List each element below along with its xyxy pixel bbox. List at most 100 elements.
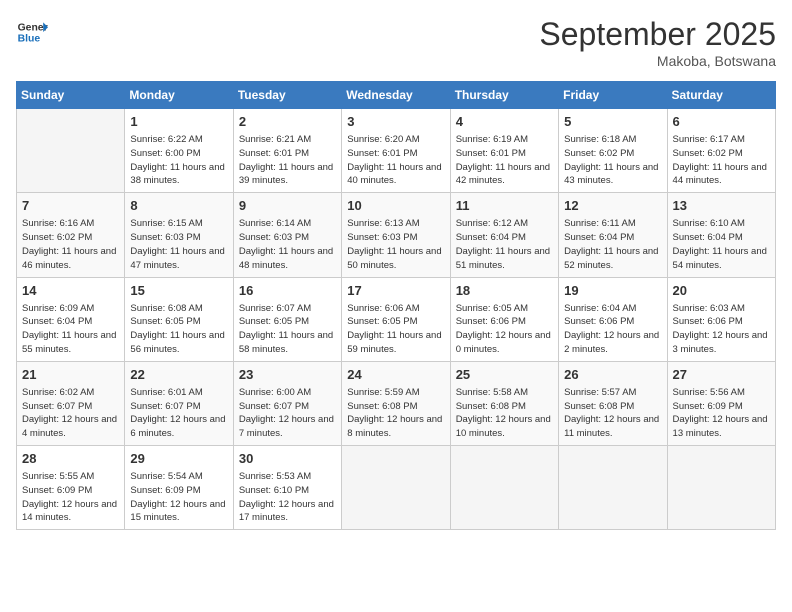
day-info: Sunrise: 6:16 AM Sunset: 6:02 PM Dayligh… <box>22 217 119 272</box>
day-info: Sunrise: 6:07 AM Sunset: 6:05 PM Dayligh… <box>239 302 336 357</box>
day-info: Sunrise: 6:05 AM Sunset: 6:06 PM Dayligh… <box>456 302 553 357</box>
month-title: September 2025 <box>539 16 776 53</box>
day-info: Sunrise: 5:57 AM Sunset: 6:08 PM Dayligh… <box>564 386 661 441</box>
logo: General Blue <box>16 16 48 48</box>
day-number: 30 <box>239 450 336 468</box>
day-info: Sunrise: 6:09 AM Sunset: 6:04 PM Dayligh… <box>22 302 119 357</box>
calendar-cell: 14 Sunrise: 6:09 AM Sunset: 6:04 PM Dayl… <box>17 277 125 361</box>
calendar-cell: 28 Sunrise: 5:55 AM Sunset: 6:09 PM Dayl… <box>17 446 125 530</box>
calendar-cell: 30 Sunrise: 5:53 AM Sunset: 6:10 PM Dayl… <box>233 446 341 530</box>
day-info: Sunrise: 6:15 AM Sunset: 6:03 PM Dayligh… <box>130 217 227 272</box>
day-info: Sunrise: 6:08 AM Sunset: 6:05 PM Dayligh… <box>130 302 227 357</box>
day-number: 9 <box>239 197 336 215</box>
calendar-cell: 16 Sunrise: 6:07 AM Sunset: 6:05 PM Dayl… <box>233 277 341 361</box>
calendar-cell: 20 Sunrise: 6:03 AM Sunset: 6:06 PM Dayl… <box>667 277 775 361</box>
day-number: 20 <box>673 282 770 300</box>
calendar-cell: 15 Sunrise: 6:08 AM Sunset: 6:05 PM Dayl… <box>125 277 233 361</box>
day-info: Sunrise: 6:12 AM Sunset: 6:04 PM Dayligh… <box>456 217 553 272</box>
day-info: Sunrise: 6:06 AM Sunset: 6:05 PM Dayligh… <box>347 302 444 357</box>
calendar-cell <box>17 109 125 193</box>
day-number: 21 <box>22 366 119 384</box>
calendar-cell <box>450 446 558 530</box>
calendar-cell: 5 Sunrise: 6:18 AM Sunset: 6:02 PM Dayli… <box>559 109 667 193</box>
weekday-header: Thursday <box>450 82 558 109</box>
location: Makoba, Botswana <box>539 53 776 69</box>
day-info: Sunrise: 6:22 AM Sunset: 6:00 PM Dayligh… <box>130 133 227 188</box>
calendar-cell: 27 Sunrise: 5:56 AM Sunset: 6:09 PM Dayl… <box>667 361 775 445</box>
logo-icon: General Blue <box>16 16 48 48</box>
day-info: Sunrise: 5:59 AM Sunset: 6:08 PM Dayligh… <box>347 386 444 441</box>
day-number: 16 <box>239 282 336 300</box>
day-info: Sunrise: 6:00 AM Sunset: 6:07 PM Dayligh… <box>239 386 336 441</box>
day-info: Sunrise: 6:10 AM Sunset: 6:04 PM Dayligh… <box>673 217 770 272</box>
day-number: 14 <box>22 282 119 300</box>
calendar-week-row: 7 Sunrise: 6:16 AM Sunset: 6:02 PM Dayli… <box>17 193 776 277</box>
day-number: 28 <box>22 450 119 468</box>
calendar-cell <box>342 446 450 530</box>
day-info: Sunrise: 5:54 AM Sunset: 6:09 PM Dayligh… <box>130 470 227 525</box>
day-number: 4 <box>456 113 553 131</box>
day-info: Sunrise: 6:14 AM Sunset: 6:03 PM Dayligh… <box>239 217 336 272</box>
calendar-cell <box>667 446 775 530</box>
svg-text:Blue: Blue <box>18 34 41 45</box>
day-number: 12 <box>564 197 661 215</box>
day-info: Sunrise: 6:21 AM Sunset: 6:01 PM Dayligh… <box>239 133 336 188</box>
weekday-header: Friday <box>559 82 667 109</box>
day-number: 1 <box>130 113 227 131</box>
day-number: 29 <box>130 450 227 468</box>
page-header: General Blue September 2025 Makoba, Bots… <box>16 16 776 69</box>
day-number: 6 <box>673 113 770 131</box>
weekday-header-row: SundayMondayTuesdayWednesdayThursdayFrid… <box>17 82 776 109</box>
day-info: Sunrise: 6:19 AM Sunset: 6:01 PM Dayligh… <box>456 133 553 188</box>
day-number: 18 <box>456 282 553 300</box>
calendar-week-row: 28 Sunrise: 5:55 AM Sunset: 6:09 PM Dayl… <box>17 446 776 530</box>
day-info: Sunrise: 6:02 AM Sunset: 6:07 PM Dayligh… <box>22 386 119 441</box>
day-number: 22 <box>130 366 227 384</box>
day-info: Sunrise: 6:11 AM Sunset: 6:04 PM Dayligh… <box>564 217 661 272</box>
day-number: 26 <box>564 366 661 384</box>
day-info: Sunrise: 6:01 AM Sunset: 6:07 PM Dayligh… <box>130 386 227 441</box>
calendar-cell: 7 Sunrise: 6:16 AM Sunset: 6:02 PM Dayli… <box>17 193 125 277</box>
calendar-cell: 12 Sunrise: 6:11 AM Sunset: 6:04 PM Dayl… <box>559 193 667 277</box>
day-number: 10 <box>347 197 444 215</box>
calendar-cell: 21 Sunrise: 6:02 AM Sunset: 6:07 PM Dayl… <box>17 361 125 445</box>
day-number: 13 <box>673 197 770 215</box>
weekday-header: Saturday <box>667 82 775 109</box>
calendar-cell: 26 Sunrise: 5:57 AM Sunset: 6:08 PM Dayl… <box>559 361 667 445</box>
day-number: 17 <box>347 282 444 300</box>
calendar-week-row: 14 Sunrise: 6:09 AM Sunset: 6:04 PM Dayl… <box>17 277 776 361</box>
day-number: 23 <box>239 366 336 384</box>
calendar-cell: 6 Sunrise: 6:17 AM Sunset: 6:02 PM Dayli… <box>667 109 775 193</box>
day-info: Sunrise: 6:13 AM Sunset: 6:03 PM Dayligh… <box>347 217 444 272</box>
calendar-cell <box>559 446 667 530</box>
day-number: 8 <box>130 197 227 215</box>
weekday-header: Tuesday <box>233 82 341 109</box>
calendar-cell: 11 Sunrise: 6:12 AM Sunset: 6:04 PM Dayl… <box>450 193 558 277</box>
day-number: 3 <box>347 113 444 131</box>
calendar-cell: 19 Sunrise: 6:04 AM Sunset: 6:06 PM Dayl… <box>559 277 667 361</box>
calendar-cell: 22 Sunrise: 6:01 AM Sunset: 6:07 PM Dayl… <box>125 361 233 445</box>
day-number: 11 <box>456 197 553 215</box>
calendar-cell: 23 Sunrise: 6:00 AM Sunset: 6:07 PM Dayl… <box>233 361 341 445</box>
day-info: Sunrise: 6:20 AM Sunset: 6:01 PM Dayligh… <box>347 133 444 188</box>
calendar-table: SundayMondayTuesdayWednesdayThursdayFrid… <box>16 81 776 530</box>
day-info: Sunrise: 6:18 AM Sunset: 6:02 PM Dayligh… <box>564 133 661 188</box>
calendar-week-row: 1 Sunrise: 6:22 AM Sunset: 6:00 PM Dayli… <box>17 109 776 193</box>
day-info: Sunrise: 6:03 AM Sunset: 6:06 PM Dayligh… <box>673 302 770 357</box>
calendar-cell: 29 Sunrise: 5:54 AM Sunset: 6:09 PM Dayl… <box>125 446 233 530</box>
day-info: Sunrise: 5:58 AM Sunset: 6:08 PM Dayligh… <box>456 386 553 441</box>
day-info: Sunrise: 5:56 AM Sunset: 6:09 PM Dayligh… <box>673 386 770 441</box>
day-number: 7 <box>22 197 119 215</box>
calendar-week-row: 21 Sunrise: 6:02 AM Sunset: 6:07 PM Dayl… <box>17 361 776 445</box>
calendar-cell: 10 Sunrise: 6:13 AM Sunset: 6:03 PM Dayl… <box>342 193 450 277</box>
calendar-cell: 2 Sunrise: 6:21 AM Sunset: 6:01 PM Dayli… <box>233 109 341 193</box>
calendar-cell: 24 Sunrise: 5:59 AM Sunset: 6:08 PM Dayl… <box>342 361 450 445</box>
day-number: 19 <box>564 282 661 300</box>
weekday-header: Monday <box>125 82 233 109</box>
calendar-cell: 13 Sunrise: 6:10 AM Sunset: 6:04 PM Dayl… <box>667 193 775 277</box>
calendar-cell: 8 Sunrise: 6:15 AM Sunset: 6:03 PM Dayli… <box>125 193 233 277</box>
day-number: 2 <box>239 113 336 131</box>
calendar-cell: 1 Sunrise: 6:22 AM Sunset: 6:00 PM Dayli… <box>125 109 233 193</box>
weekday-header: Sunday <box>17 82 125 109</box>
day-number: 25 <box>456 366 553 384</box>
